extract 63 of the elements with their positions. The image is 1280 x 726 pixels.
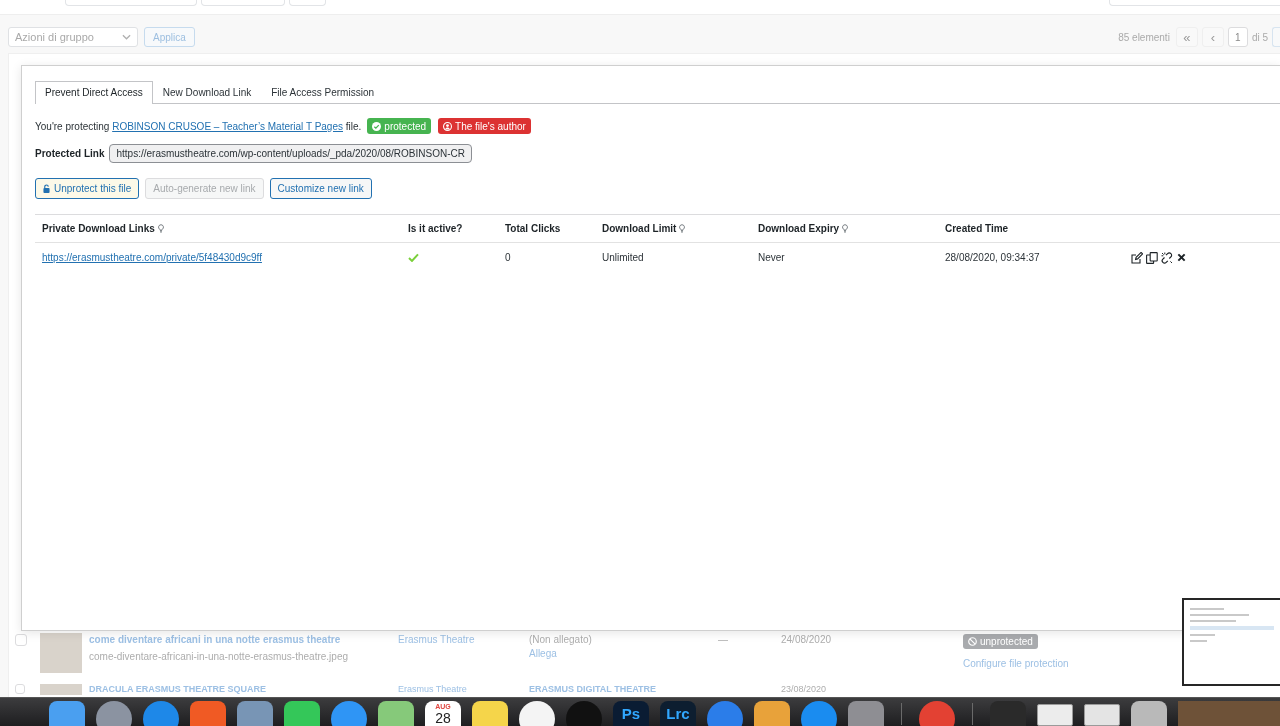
media-title-link[interactable]: DRACULA ERASMUS THEATRE SQUARE: [89, 684, 266, 695]
attachment-status[interactable]: ERASMUS DIGITAL THEATRE: [529, 684, 656, 695]
column-header: Total Clicks: [505, 223, 561, 234]
app-icon[interactable]: [472, 701, 508, 726]
action-button[interactable]: Customize new link: [269, 178, 372, 199]
download-link[interactable]: https://erasmustheatre.com/private/5f48430d9c9ff: [42, 252, 262, 263]
comments-count: —: [718, 633, 728, 647]
tab[interactable]: Prevent Direct Access: [35, 81, 153, 104]
check-circle-icon: [372, 121, 382, 131]
calendar-day: 28: [435, 711, 451, 726]
row-checkbox[interactable]: [15, 634, 27, 646]
author-link[interactable]: Erasmus Theatre: [398, 633, 475, 647]
configure-protection-link[interactable]: Configure file protection: [963, 657, 1069, 671]
app-icon[interactable]: Ps: [613, 701, 649, 726]
items-count: 85 elementi: [1118, 31, 1170, 43]
unprotect-button[interactable]: Unprotect this file: [35, 178, 140, 199]
circle-slash-icon: [968, 637, 977, 646]
status-text: unprotected: [980, 636, 1033, 647]
status-text: The file's author: [455, 120, 526, 132]
tab[interactable]: New Download Link: [152, 81, 262, 103]
broken-chain-icon[interactable]: [1161, 251, 1173, 264]
first-page-button[interactable]: «: [1175, 27, 1198, 47]
column-header: Private Download Links: [42, 223, 155, 234]
upload-date: 24/08/2020: [781, 633, 832, 647]
previous-page-button[interactable]: ‹: [1201, 27, 1224, 47]
table-cell: Never: [758, 252, 785, 263]
table-cell: 28/08/2020, 09:34:37: [945, 252, 1040, 263]
file-link[interactable]: ROBINSON CRUSOE – Teacher’s Material T Pages: [112, 120, 343, 132]
status-text: protected: [384, 120, 427, 132]
cross-icon[interactable]: [1177, 253, 1186, 262]
column-header: Created Time: [945, 223, 1009, 234]
media-title-link[interactable]: come diventare africani in una notte erasmus theatre: [89, 633, 341, 647]
protected-link-field[interactable]: https://erasmustheatre.com/wp-content/uploads/_pda/2020/08/ROBINSON-CR: [109, 144, 472, 163]
chevron-down-icon: [122, 34, 131, 40]
photo-placeholder: [40, 633, 82, 673]
column-header: Download Limit: [602, 223, 677, 234]
upload-date: 23/08/2020: [781, 684, 827, 695]
attachment-status: (Non allegato): [529, 633, 592, 647]
row-checkbox[interactable]: [15, 684, 25, 694]
page-number-field[interactable]: 1: [1227, 27, 1248, 47]
table-cell: 0: [505, 252, 511, 263]
two-pages-icon[interactable]: [1146, 251, 1158, 264]
column-header: Download Expiry: [758, 223, 840, 234]
pencil-icon[interactable]: [1131, 251, 1143, 264]
column-header: Is it active?: [408, 223, 463, 234]
search-field[interactable]: [1109, 0, 1280, 6]
bulk-actions-dropdown[interactable]: Azioni di gruppo: [8, 27, 138, 47]
window-thumbnail[interactable]: [1084, 704, 1120, 726]
app-icon[interactable]: Lrc: [660, 701, 696, 726]
user-circle-icon: [443, 121, 453, 131]
table-cell: Unlimited: [602, 252, 644, 263]
tab[interactable]: File Access Permission: [261, 81, 384, 103]
window-thumbnail[interactable]: [1037, 704, 1073, 726]
app-icon[interactable]: [519, 701, 555, 726]
screenshot-thumbnail-drawing[interactable]: [1182, 598, 1280, 686]
file-name: come-diventare-africani-in-una-notte-erasmus-theatre.jpeg: [89, 650, 348, 664]
protection-sentence: You're protecting ROBINSON CRUSOE – Teacher’s Material T Pages file.: [35, 120, 362, 132]
page-total: di 5: [1251, 31, 1268, 43]
author-link[interactable]: Erasmus Theatre: [398, 684, 467, 695]
photo-placeholder: [40, 684, 82, 695]
protected-link-label: Protected Link: [35, 148, 105, 159]
unlocked-padlock-icon: [43, 184, 50, 193]
attach-link[interactable]: Allega: [529, 647, 557, 661]
